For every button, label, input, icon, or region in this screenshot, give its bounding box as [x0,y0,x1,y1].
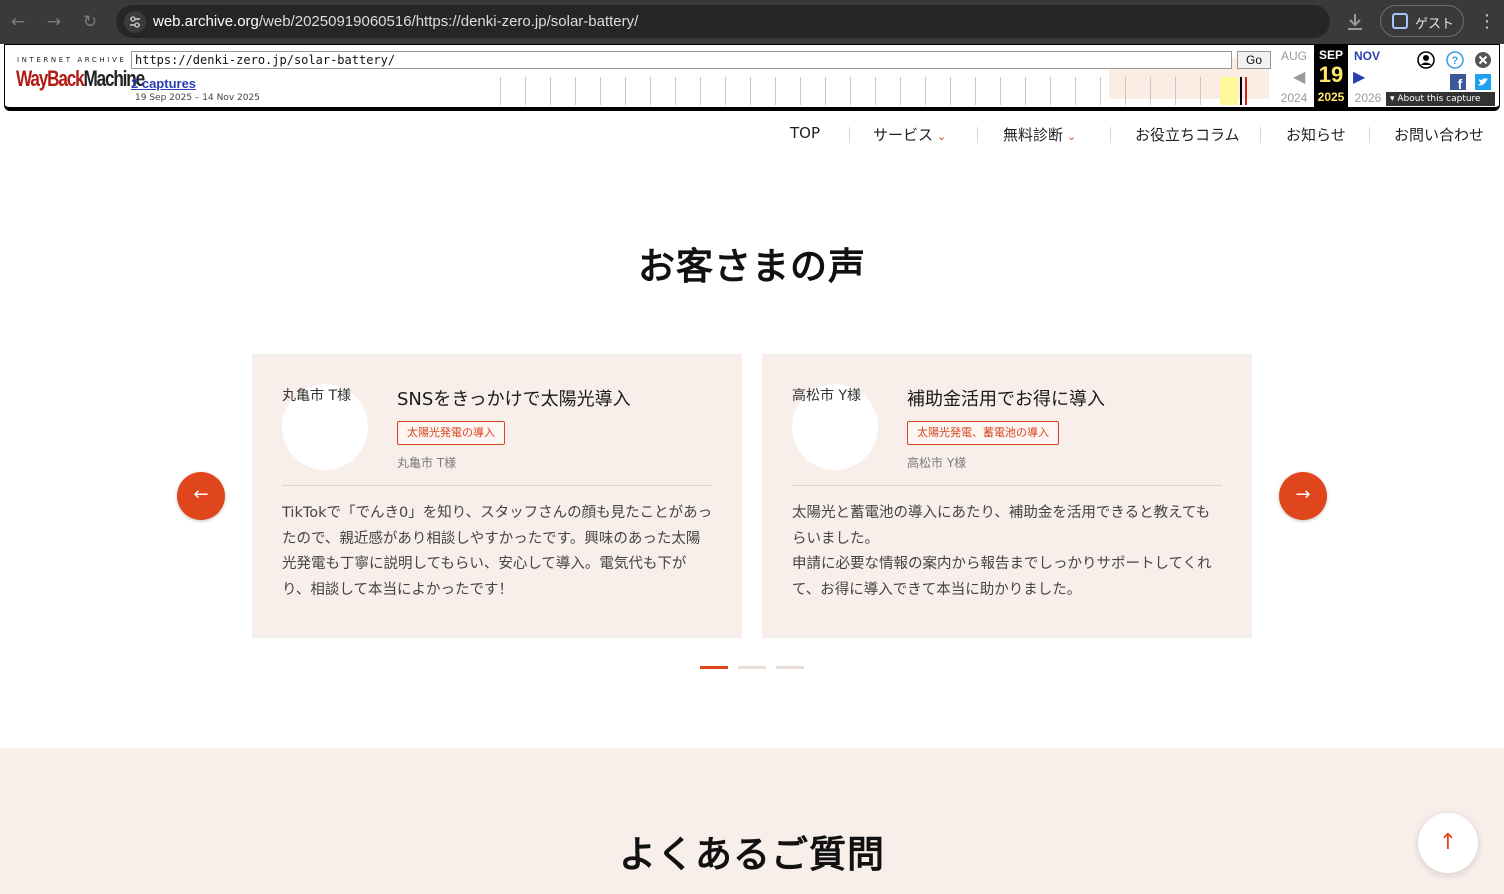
about-capture-button[interactable]: ▾ About this capture [1386,92,1495,106]
browser-menu-icon[interactable]: ⋮ [1478,10,1496,34]
url-path: /web/20250919060516/https://denki-zero.j… [258,13,639,30]
browser-toolbar: ← → ↻ web.archive.org/web/20250919060516… [0,0,1504,44]
nav-item-news[interactable]: お知らせ [1286,124,1346,145]
testimonial-body: TikTokで「でんき0」を知り、スタッフさんの顔も見たことがあったので、親近感… [282,505,713,598]
next-month-label[interactable]: NOV [1351,49,1383,63]
nav-divider [977,127,978,143]
carousel-dot-2[interactable] [738,666,766,669]
capture-timeline[interactable] [495,77,1275,105]
testimonial-body: 太陽光と蓄電池の導入にあたり、補助金を活用できると教えてもらいました。 申請に必… [792,501,1224,603]
nav-item-label: お問い合わせ [1394,126,1485,144]
nav-item-service[interactable]: サービス ⌄ [873,124,946,145]
nav-item-top[interactable]: TOP [790,124,820,142]
testimonial-card: 丸亀市 T様 SNSをきっかけで太陽光導入 太陽光発電の導入 丸亀市 T様 Ti… [252,354,742,638]
about-capture-label: About this capture [1397,94,1481,104]
wayback-url-input[interactable]: https://denki-zero.jp/solar-battery/ [131,51,1232,69]
service-tag: 太陽光発電の導入 [397,421,505,445]
address-bar-url: web.archive.org/web/20250919060516/https… [153,13,638,30]
nav-divider [1260,127,1261,143]
carousel-prev-button[interactable]: ← [177,472,225,520]
captures-link[interactable]: 2 captures [131,76,196,91]
avatar-alt-text: 丸亀市 T様 [282,388,352,404]
profile-icon [1392,13,1408,29]
forward-arrow-icon[interactable]: → [42,10,66,34]
nav-divider [849,127,850,143]
wayback-logo[interactable]: WayBackMachine [16,66,145,92]
wayback-logo-back: Back [47,66,85,91]
current-day: 19 [1318,62,1344,87]
testimonial-body-line: 申請に必要な情報の案内から報告までしっかりサポートしてくれて、お得に導入できて本… [792,556,1212,598]
current-year: 2025 [1317,90,1345,104]
wayback-toolbar: INTERNET ARCHIVE WayBackMachine https://… [4,44,1500,111]
nav-item-column[interactable]: お役立ちコラム [1135,124,1240,145]
profile-label: ゲスト [1415,17,1455,32]
testimonial-title: SNSをきっかけで太陽光導入 [397,389,631,410]
timeline-current-month [1220,77,1238,105]
back-to-top-button[interactable]: ↑ [1418,813,1478,873]
help-icon[interactable]: ? [1446,51,1464,69]
close-icon[interactable] [1474,51,1492,69]
capture-date-range: 19 Sep 2025 – 14 Nov 2025 [135,93,260,103]
faq-section: よくあるご質問 [0,748,1504,894]
profile-button[interactable]: ゲスト [1380,5,1464,37]
testimonial-title: 補助金活用でお得に導入 [907,389,1105,410]
testimonial-card: 高松市 Y様 補助金活用でお得に導入 太陽光発電、蓄電池の導入 高松市 Y様 太… [762,354,1252,638]
reload-icon[interactable]: ↻ [78,10,102,34]
url-host: web.archive.org [153,13,259,30]
testimonials-title: お客さまの声 [638,245,866,288]
nav-item-contact[interactable]: お問い合わせ [1394,124,1484,145]
site-nav: TOP サービス ⌄ 無料診断 ⌄ お役立ちコラム お知らせ お問い合わせ [0,124,1504,146]
nav-item-free-diagnosis[interactable]: 無料診断 ⌄ [1003,124,1076,145]
address-bar[interactable]: web.archive.org/web/20250919060516/https… [116,5,1330,38]
timeline-capture-mark[interactable] [1245,77,1247,105]
avatar-alt-text: 高松市 Y様 [792,388,862,404]
arrow-up-icon: ↑ [1438,830,1458,855]
current-month: SEP [1318,48,1343,62]
nav-item-label: サービス [873,126,934,144]
nav-item-label: 無料診断 [1003,126,1064,144]
nav-item-label: TOP [790,124,821,142]
next-capture-icon[interactable]: ▶ [1353,67,1365,86]
next-year-label[interactable]: 2026 [1351,91,1385,105]
customer-name: 高松市 Y様 [907,456,967,470]
prev-year-label[interactable]: 2024 [1277,91,1311,105]
card-divider [792,485,1222,486]
account-icon[interactable] [1417,51,1435,69]
wayback-go-button[interactable]: Go [1237,51,1271,69]
carousel-dot-3[interactable] [776,666,804,669]
chevron-down-icon: ⌄ [937,130,947,143]
prev-capture-icon[interactable]: ◀ [1293,67,1305,86]
testimonial-body-line: 太陽光と蓄電池の導入にあたり、補助金を活用できると教えてもらいました。 [792,505,1211,547]
twitter-icon[interactable] [1475,74,1491,90]
arrow-left-icon: ← [193,484,209,505]
svg-text:f: f [1458,76,1463,90]
prev-month-label[interactable]: AUG [1278,49,1310,63]
arrow-right-icon: → [1295,484,1311,505]
wayback-logo-caption: INTERNET ARCHIVE [17,56,127,64]
site-info-icon[interactable] [124,11,146,33]
carousel-next-button[interactable]: → [1279,472,1327,520]
nav-divider [1110,127,1111,143]
download-icon[interactable] [1344,11,1366,33]
faq-title: よくあるご質問 [619,833,885,876]
carousel-dot-1[interactable] [700,666,728,669]
customer-name: 丸亀市 T様 [397,456,457,470]
back-arrow-icon[interactable]: ← [6,10,30,34]
timeline-capture-mark[interactable] [1240,77,1242,105]
nav-item-label: お知らせ [1286,126,1346,144]
nav-item-label: お役立ちコラム [1135,126,1240,144]
chevron-down-icon: ⌄ [1067,130,1077,143]
current-capture-date: SEP 19 2025 [1314,45,1348,107]
nav-divider [1369,127,1370,143]
facebook-icon[interactable]: f [1450,74,1466,90]
service-tag: 太陽光発電、蓄電池の導入 [907,421,1059,445]
wayback-logo-way: Way [16,66,48,91]
svg-text:?: ? [1452,55,1459,67]
card-divider [282,485,712,486]
